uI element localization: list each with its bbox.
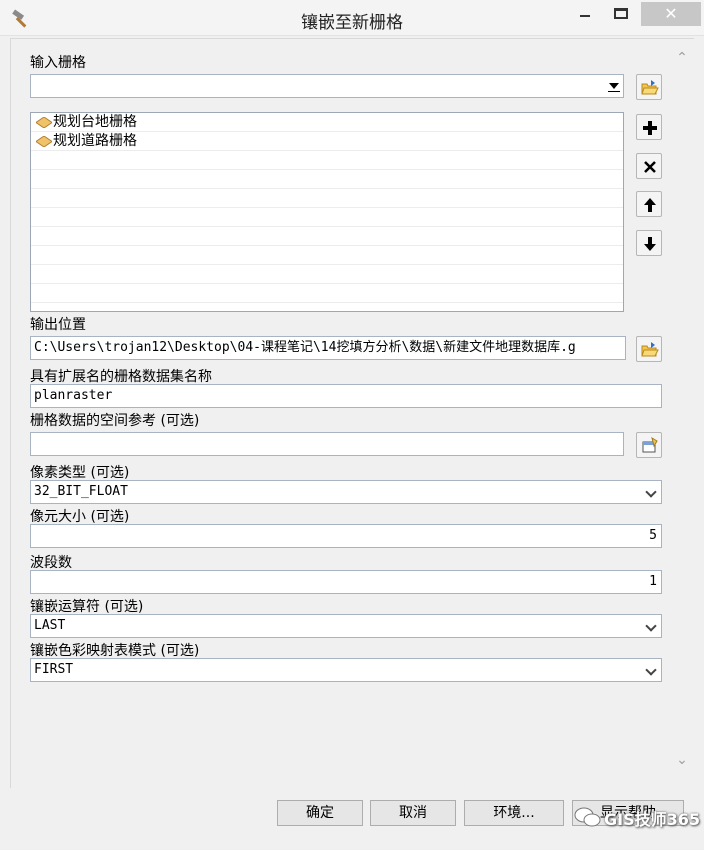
cell-size-label: 像元大小 (可选) xyxy=(30,509,130,525)
chevron-down-icon xyxy=(645,620,657,632)
empty-row xyxy=(31,227,623,246)
cancel-button[interactable]: 取消 xyxy=(370,800,456,826)
minimize-icon xyxy=(580,15,590,17)
list-item-label: 规划台地栅格 xyxy=(53,114,137,130)
raster-icon xyxy=(36,136,52,147)
wechat-icon xyxy=(574,807,601,827)
minimize-button[interactable] xyxy=(566,0,606,30)
remove-button[interactable] xyxy=(636,153,662,179)
input-rasters-combo[interactable] xyxy=(30,74,624,98)
spatial-reference-properties-button[interactable] xyxy=(636,432,662,458)
list-item-label: 规划道路栅格 xyxy=(53,133,137,149)
colormap-mode-label: 镶嵌色彩映射表模式 (可选) xyxy=(30,643,200,659)
empty-row xyxy=(31,246,623,265)
empty-row xyxy=(31,189,623,208)
output-location-field[interactable]: C:\Users\trojan12\Desktop\04-课程笔记\14挖填方分… xyxy=(30,336,626,360)
move-up-button[interactable] xyxy=(636,191,662,217)
bands-field[interactable]: 1 xyxy=(30,570,662,594)
open-folder-icon xyxy=(641,80,659,95)
vertical-scrollbar[interactable]: ⌃ ⌄ xyxy=(671,40,693,786)
close-button[interactable]: ✕ xyxy=(641,2,701,26)
browse-output-button[interactable] xyxy=(636,336,662,362)
pixel-type-select[interactable]: 32_BIT_FLOAT xyxy=(30,480,662,504)
chevron-down-icon xyxy=(645,486,657,498)
raster-icon xyxy=(36,117,52,128)
properties-icon xyxy=(642,437,658,453)
pixel-type-value: 32_BIT_FLOAT xyxy=(34,484,128,499)
arrow-up-icon xyxy=(644,198,656,212)
colormap-mode-select[interactable]: FIRST xyxy=(30,658,662,682)
dataset-name-label: 具有扩展名的栅格数据集名称 xyxy=(30,369,212,385)
dropdown-arrow-icon xyxy=(609,83,619,89)
scroll-down-icon[interactable]: ⌄ xyxy=(671,752,693,768)
close-icon: ✕ xyxy=(664,4,678,23)
output-location-label: 输出位置 xyxy=(30,317,86,333)
cell-size-field[interactable]: 5 xyxy=(30,524,662,548)
empty-row xyxy=(31,284,623,303)
browse-input-button[interactable] xyxy=(636,74,662,100)
mosaic-operator-value: LAST xyxy=(34,618,66,633)
ok-button[interactable]: 确定 xyxy=(277,800,363,826)
empty-row xyxy=(31,265,623,284)
environments-button[interactable]: 环境... xyxy=(464,800,564,826)
move-down-button[interactable] xyxy=(636,230,662,256)
mosaic-operator-label: 镶嵌运算符 (可选) xyxy=(30,599,144,615)
watermark-text: GIS技师365 xyxy=(604,810,701,829)
spatial-reference-label: 栅格数据的空间参考 (可选) xyxy=(30,413,200,429)
list-item[interactable]: 规划道路栅格 xyxy=(31,132,623,151)
empty-row xyxy=(31,208,623,227)
input-rasters-label: 输入栅格 xyxy=(30,55,86,71)
x-icon xyxy=(644,161,656,173)
list-item[interactable]: 规划台地栅格 xyxy=(31,113,623,132)
input-rasters-dropdown-button[interactable] xyxy=(605,75,623,97)
scroll-up-icon[interactable]: ⌃ xyxy=(671,50,693,66)
dataset-name-field[interactable]: planraster xyxy=(30,384,662,408)
maximize-button[interactable] xyxy=(606,0,636,30)
pixel-type-label: 像素类型 (可选) xyxy=(30,465,130,481)
mosaic-operator-select[interactable]: LAST xyxy=(30,614,662,638)
plus-icon xyxy=(643,121,657,135)
chevron-down-icon xyxy=(645,664,657,676)
dropdown-underline xyxy=(608,91,620,92)
maximize-icon xyxy=(614,8,628,19)
title-bar: 镶嵌至新栅格 ✕ xyxy=(0,0,704,36)
bands-label: 波段数 xyxy=(30,555,72,571)
empty-row xyxy=(31,170,623,189)
input-rasters-list[interactable]: 规划台地栅格 规划道路栅格 xyxy=(30,112,624,312)
colormap-mode-value: FIRST xyxy=(34,662,74,677)
empty-row xyxy=(31,151,623,170)
open-folder-icon xyxy=(641,342,659,357)
add-button[interactable] xyxy=(636,114,662,140)
arrow-down-icon xyxy=(644,237,656,251)
spatial-reference-field[interactable] xyxy=(30,432,624,456)
